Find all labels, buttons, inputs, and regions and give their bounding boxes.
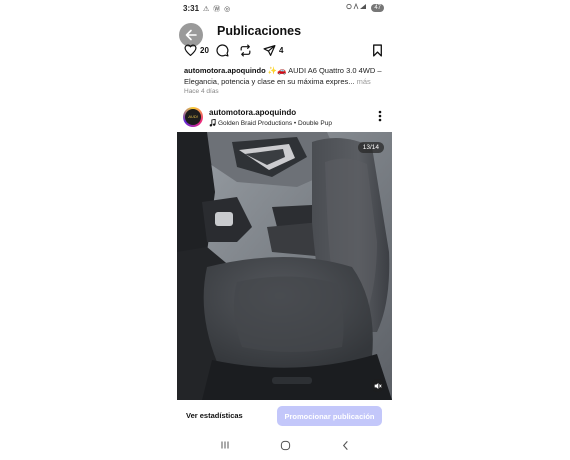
post-header: AUDI automotora.apoquindo Golden Braid P… [177,105,392,131]
bookmark-icon [373,44,382,57]
post-timestamp: Hace 4 días [184,88,219,95]
car-interior-image [177,132,392,400]
speaker-muted-icon [374,382,382,389]
avatar[interactable]: AUDI [183,107,203,127]
signal-icon [346,2,368,12]
share-count: 4 [279,46,284,55]
caption-username[interactable]: automotora.apoquindo [184,66,266,75]
status-bar: 3:31 ⚠ Ⓦ ◎ 47 [177,0,392,18]
post-caption: automotora.apoquindo ✨🚗 AUDI A6 Quattro … [184,65,387,87]
battery-icon: 47 [371,3,384,12]
phone-screen: 3:31 ⚠ Ⓦ ◎ 47 Publicaciones 20 4 automot… [177,0,392,460]
music-note-icon [209,119,216,127]
audio-track[interactable]: Golden Braid Productions • Double Pup [209,119,332,127]
mute-button[interactable] [371,379,384,392]
more-options-button[interactable] [378,110,382,122]
audio-track-label: Golden Braid Productions • Double Pup [218,119,332,127]
repost-icon [240,44,251,57]
system-icons: 47 [346,2,384,12]
chevron-left-icon [342,440,348,450]
send-icon [263,45,276,56]
more-vertical-icon [378,110,382,122]
back-nav-button[interactable] [335,436,355,454]
repost-button[interactable] [239,44,252,57]
notification-icons: ⚠ Ⓦ ◎ [203,6,232,13]
header: Publicaciones [177,18,392,47]
status-time: 3:31 [183,4,200,13]
post-bottom-actions: Ver estadísticas Promocionar publicación [177,404,392,428]
view-insights-link[interactable]: Ver estadísticas [186,411,243,420]
like-button[interactable]: 20 [184,44,209,56]
photo-counter: 13/14 [357,142,384,153]
like-count: 20 [200,45,209,55]
comment-icon [216,44,229,57]
home-icon [280,440,290,450]
recent-apps-icon [221,441,229,449]
recent-apps-button[interactable] [215,436,235,454]
heart-icon [184,44,197,56]
share-button[interactable]: 4 [263,44,283,57]
caption-emoji: ✨🚗 [267,66,287,75]
post-actions: 20 4 [177,44,392,62]
comment-button[interactable] [216,44,229,57]
more-link[interactable]: más [355,77,371,86]
system-nav-bar [177,432,392,460]
save-button[interactable] [372,44,383,57]
home-button[interactable] [275,436,295,454]
avatar-logo: AUDI [185,109,201,125]
page-title: Publicaciones [217,24,302,38]
promote-button[interactable]: Promocionar publicación [277,406,382,426]
post-username[interactable]: automotora.apoquindo [209,108,296,117]
post-photo[interactable]: 13/14 [177,132,392,400]
arrow-left-icon [185,29,197,41]
